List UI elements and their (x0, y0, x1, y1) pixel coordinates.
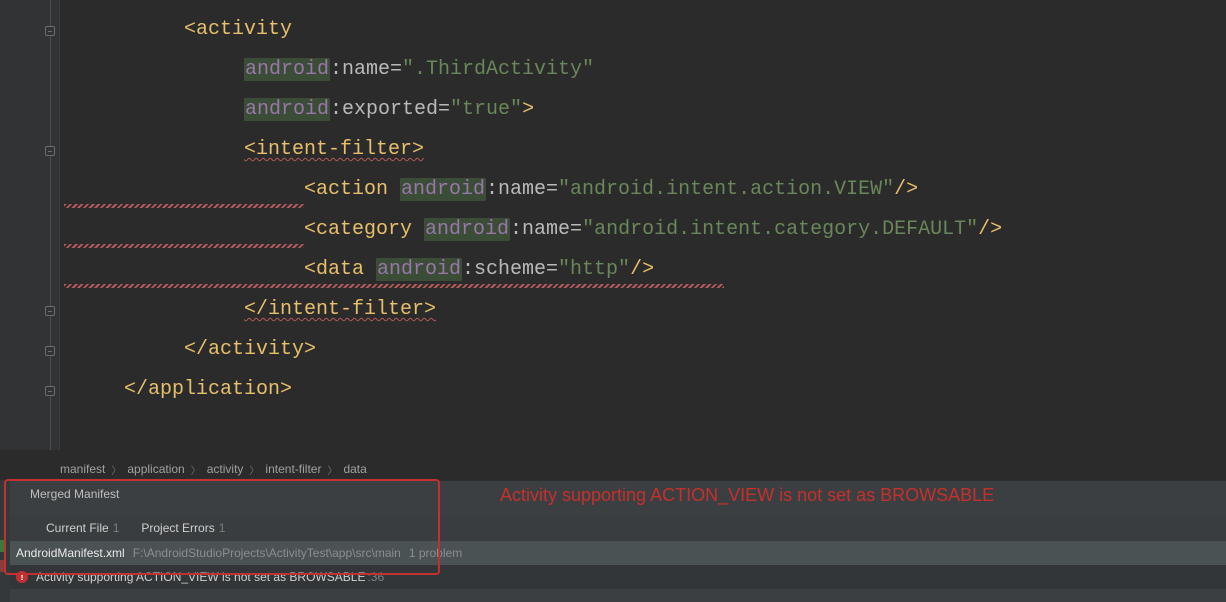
code-string: "android.intent.category.DEFAULT" (582, 218, 978, 241)
code-tag: <action (304, 178, 400, 201)
chevron-right-icon: 〉 (111, 462, 121, 477)
code-ns: android (376, 258, 462, 281)
code-string: "http" (558, 258, 630, 281)
error-underline (64, 244, 304, 248)
code-attr: :exported= (330, 98, 450, 121)
breadcrumb-item[interactable]: application (127, 462, 184, 476)
problems-tabs: Current File 1 Project Errors 1 (0, 515, 1226, 541)
code-editor[interactable]: <activity android:name=".ThirdActivity" … (64, 0, 1226, 450)
code-tag: /> (630, 258, 654, 281)
code-ns: android (400, 178, 486, 201)
editor-gutter (0, 0, 60, 450)
code-tag: <category (304, 218, 424, 241)
strip-marker-icon (0, 560, 6, 572)
tab-current-file[interactable]: Current File 1 (32, 515, 127, 541)
tab-merged-manifest[interactable]: Merged Manifest (30, 487, 119, 501)
code-tag: <data (304, 258, 376, 281)
problem-file-row[interactable]: AndroidManifest.xml F:\AndroidStudioProj… (0, 541, 1226, 565)
code-tag: /> (894, 178, 918, 201)
chevron-right-icon: 〉 (191, 462, 201, 477)
file-path: F:\AndroidStudioProjects\ActivityTest\ap… (133, 546, 401, 560)
code-string: ".ThirdActivity" (402, 58, 594, 81)
code-string: "true" (450, 98, 522, 121)
chevron-right-icon: 〉 (249, 462, 259, 477)
code-tag: <intent-filter> (244, 138, 424, 161)
breadcrumb[interactable]: manifest 〉 application 〉 activity 〉 inte… (60, 458, 367, 480)
error-underline (64, 284, 724, 288)
code-attr: :name= (486, 178, 558, 201)
chevron-right-icon: 〉 (327, 462, 337, 477)
code-string: "android.intent.action.VIEW" (558, 178, 894, 201)
code-tag: </activity> (184, 338, 316, 361)
annotation-text: Activity supporting ACTION_VIEW is not s… (500, 485, 994, 506)
tab-count: 1 (113, 521, 120, 535)
problem-item-row[interactable]: ! Activity supporting ACTION_VIEW is not… (0, 565, 1226, 589)
error-icon: ! (16, 571, 28, 583)
code-ns: android (424, 218, 510, 241)
code-tag: <activity (184, 18, 292, 41)
breadcrumb-item[interactable]: manifest (60, 462, 105, 476)
tab-label-text: Current File (46, 521, 109, 535)
code-attr: :name= (330, 58, 402, 81)
error-underline (64, 204, 304, 208)
breadcrumb-item[interactable]: intent-filter (265, 462, 321, 476)
breadcrumb-item[interactable]: data (343, 462, 366, 476)
tab-count: 1 (219, 521, 226, 535)
code-tag: /> (978, 218, 1002, 241)
file-name: AndroidManifest.xml (16, 546, 125, 560)
file-problem-count: 1 problem (409, 546, 462, 560)
code-attr: :scheme= (462, 258, 558, 281)
code-tag: </intent-filter> (244, 298, 436, 321)
breadcrumb-item[interactable]: activity (207, 462, 244, 476)
tab-label-text: Project Errors (141, 521, 214, 535)
error-line-number: :36 (367, 570, 384, 584)
tab-project-errors[interactable]: Project Errors 1 (127, 515, 233, 541)
code-attr: :name= (510, 218, 582, 241)
code-tag: </application> (124, 378, 292, 401)
strip-marker-icon (0, 540, 6, 552)
code-ns: android (244, 98, 330, 121)
error-message: Activity supporting ACTION_VIEW is not s… (36, 570, 365, 584)
code-ns: android (244, 58, 330, 81)
code-tag: > (522, 98, 534, 121)
